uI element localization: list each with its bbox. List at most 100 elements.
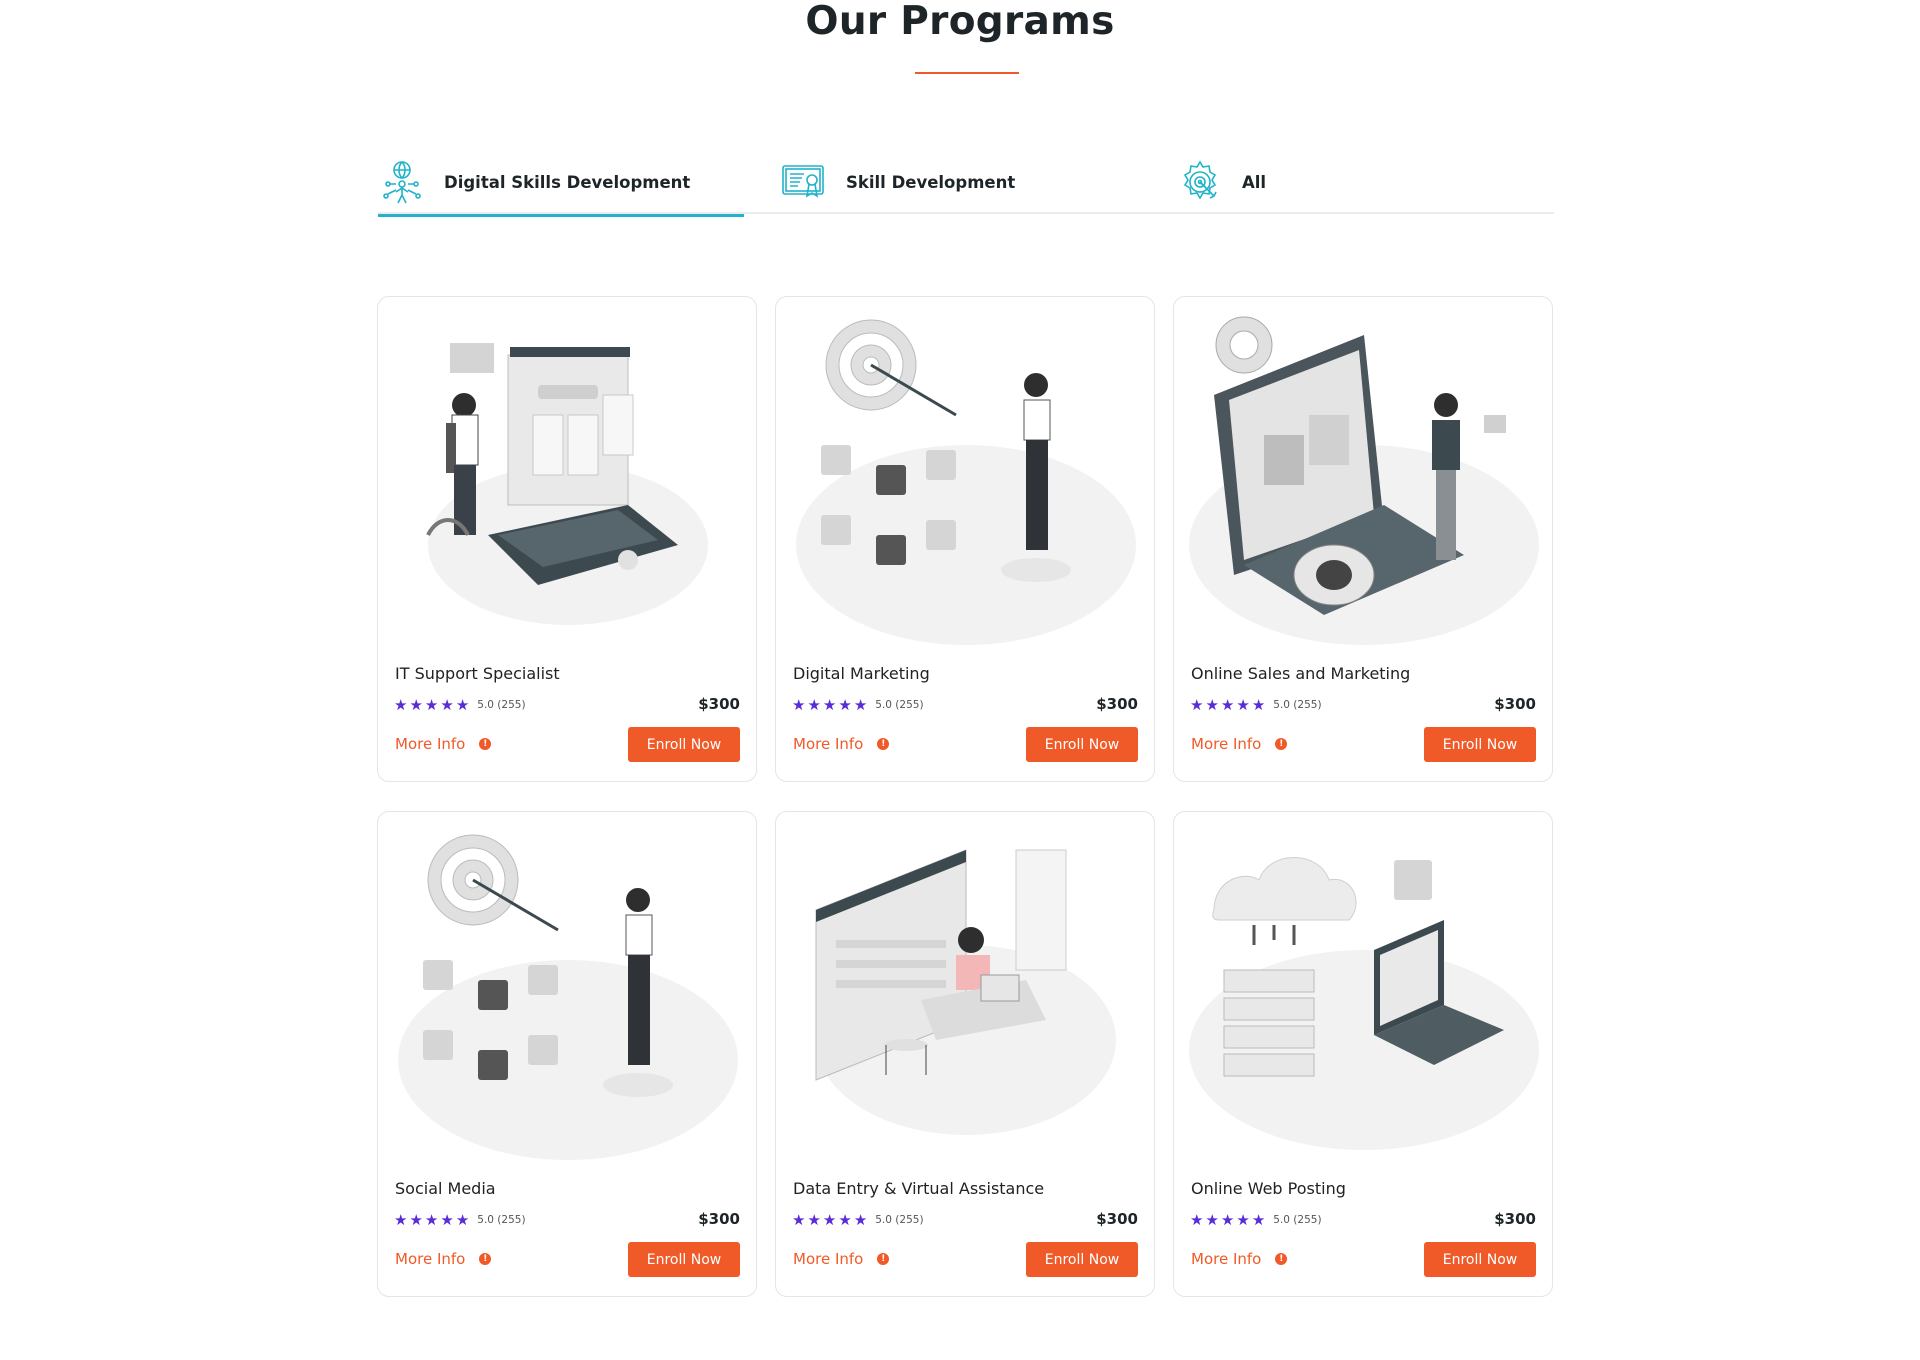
- star-icon: ★: [455, 696, 470, 714]
- program-tabs: Digital Skills Development Skill Develop…: [378, 150, 1554, 217]
- star-icon: ★: [792, 696, 806, 714]
- star-icon: ★: [838, 696, 852, 714]
- online-sales-illustration: [1189, 316, 1539, 645]
- tab-label: Skill Development: [846, 172, 1016, 192]
- star-icon: ★: [455, 1211, 470, 1229]
- rating-stars: ★ ★ ★ ★ ★ 5.0 (255): [1190, 697, 1322, 713]
- star-icon: ★: [440, 1211, 454, 1229]
- tab-all[interactable]: All: [1176, 150, 1266, 214]
- digital-marketing-illustration: [796, 319, 1136, 645]
- more-info-link[interactable]: More Info !: [1191, 1250, 1288, 1268]
- star-icon: ★: [409, 1211, 423, 1229]
- star-icon: ★: [409, 696, 423, 714]
- star-icon: ★: [822, 1211, 837, 1229]
- more-info-link[interactable]: More Info !: [1191, 735, 1288, 753]
- more-info-label: More Info: [1191, 735, 1262, 753]
- info-icon: !: [877, 1253, 890, 1265]
- certificate-icon: [782, 165, 824, 198]
- program-card-social-media: Social Media ★ ★ ★ ★ ★ 5.0 (255) $300 Mo…: [377, 811, 757, 1297]
- rating-text: 5.0 (255): [477, 699, 526, 711]
- card-title: Online Web Posting: [1191, 1179, 1346, 1198]
- more-info-label: More Info: [395, 735, 466, 753]
- more-info-link[interactable]: More Info !: [395, 1250, 492, 1268]
- rating-stars: ★ ★ ★ ★ ★ 5.0 (255): [394, 1212, 526, 1228]
- star-icon: ★: [394, 696, 408, 714]
- price: $300: [1096, 695, 1138, 713]
- rating-text: 5.0 (255): [875, 1214, 924, 1226]
- price: $300: [1096, 1210, 1138, 1228]
- enroll-now-button[interactable]: Enroll Now: [1026, 1242, 1138, 1277]
- star-icon: ★: [1251, 696, 1266, 714]
- enroll-now-button[interactable]: Enroll Now: [628, 1242, 740, 1277]
- enroll-now-button[interactable]: Enroll Now: [1424, 727, 1536, 762]
- star-icon: ★: [1205, 696, 1219, 714]
- more-info-link[interactable]: More Info !: [793, 1250, 890, 1268]
- enroll-now-button[interactable]: Enroll Now: [1026, 727, 1138, 762]
- web-posting-illustration: [1189, 857, 1539, 1150]
- star-icon: ★: [1236, 696, 1250, 714]
- program-card-digital-marketing: Digital Marketing ★ ★ ★ ★ ★ 5.0 (255) $3…: [775, 296, 1155, 782]
- rating-stars: ★ ★ ★ ★ ★ 5.0 (255): [792, 697, 924, 713]
- enroll-now-button[interactable]: Enroll Now: [1424, 1242, 1536, 1277]
- star-icon: ★: [1190, 1211, 1204, 1229]
- info-icon: !: [479, 738, 492, 750]
- rating-stars: ★ ★ ★ ★ ★ 5.0 (255): [1190, 1212, 1322, 1228]
- rating-text: 5.0 (255): [1273, 1214, 1322, 1226]
- info-icon: !: [1275, 1253, 1288, 1265]
- card-title: Social Media: [395, 1179, 496, 1198]
- star-icon: ★: [853, 696, 868, 714]
- more-info-link[interactable]: More Info !: [793, 735, 890, 753]
- more-info-label: More Info: [793, 1250, 864, 1268]
- tab-label: Digital Skills Development: [444, 172, 691, 192]
- program-card-it-support: IT Support Specialist ★ ★ ★ ★ ★ 5.0 (255…: [377, 296, 757, 782]
- star-icon: ★: [853, 1211, 868, 1229]
- star-icon: ★: [822, 696, 837, 714]
- rating-text: 5.0 (255): [1273, 699, 1322, 711]
- star-icon: ★: [424, 696, 439, 714]
- price: $300: [698, 695, 740, 713]
- more-info-label: More Info: [395, 1250, 466, 1268]
- star-icon: ★: [1236, 1211, 1250, 1229]
- star-icon: ★: [792, 1211, 806, 1229]
- it-support-illustration: [426, 343, 708, 625]
- star-icon: ★: [807, 1211, 821, 1229]
- tab-skill-development[interactable]: Skill Development: [780, 150, 1015, 214]
- gear-target-icon: [1183, 160, 1217, 200]
- rating-stars: ★ ★ ★ ★ ★ 5.0 (255): [394, 697, 526, 713]
- card-title: Data Entry & Virtual Assistance: [793, 1179, 1045, 1198]
- star-icon: ★: [1220, 1211, 1235, 1229]
- card-title: IT Support Specialist: [395, 664, 560, 683]
- info-icon: !: [479, 1253, 492, 1265]
- rating-stars: ★ ★ ★ ★ ★ 5.0 (255): [792, 1212, 924, 1228]
- rating-text: 5.0 (255): [477, 1214, 526, 1226]
- star-icon: ★: [1220, 696, 1235, 714]
- more-info-label: More Info: [793, 735, 864, 753]
- title-underline: [915, 72, 1019, 74]
- star-icon: ★: [1190, 696, 1204, 714]
- social-media-illustration: [398, 834, 738, 1160]
- star-icon: ★: [1205, 1211, 1219, 1229]
- program-card-web-posting: Online Web Posting ★ ★ ★ ★ ★ 5.0 (255) $…: [1173, 811, 1553, 1297]
- star-icon: ★: [394, 1211, 408, 1229]
- star-icon: ★: [1251, 1211, 1266, 1229]
- data-entry-illustration: [815, 849, 1116, 1135]
- star-icon: ★: [807, 696, 821, 714]
- rating-text: 5.0 (255): [875, 699, 924, 711]
- page-title: Our Programs: [805, 0, 1115, 44]
- network-person-icon: [383, 161, 421, 204]
- card-title: Digital Marketing: [793, 664, 930, 683]
- enroll-now-button[interactable]: Enroll Now: [628, 727, 740, 762]
- price: $300: [1494, 1210, 1536, 1228]
- more-info-link[interactable]: More Info !: [395, 735, 492, 753]
- star-icon: ★: [440, 696, 454, 714]
- star-icon: ★: [838, 1211, 852, 1229]
- tab-digital-skills-development[interactable]: Digital Skills Development: [378, 150, 745, 217]
- card-title: Online Sales and Marketing: [1191, 664, 1411, 683]
- star-icon: ★: [424, 1211, 439, 1229]
- tab-label: All: [1242, 172, 1267, 192]
- info-icon: !: [1275, 738, 1288, 750]
- more-info-label: More Info: [1191, 1250, 1262, 1268]
- price: $300: [1494, 695, 1536, 713]
- program-card-data-entry: Data Entry & Virtual Assistance ★ ★ ★ ★ …: [775, 811, 1155, 1297]
- info-icon: !: [877, 738, 890, 750]
